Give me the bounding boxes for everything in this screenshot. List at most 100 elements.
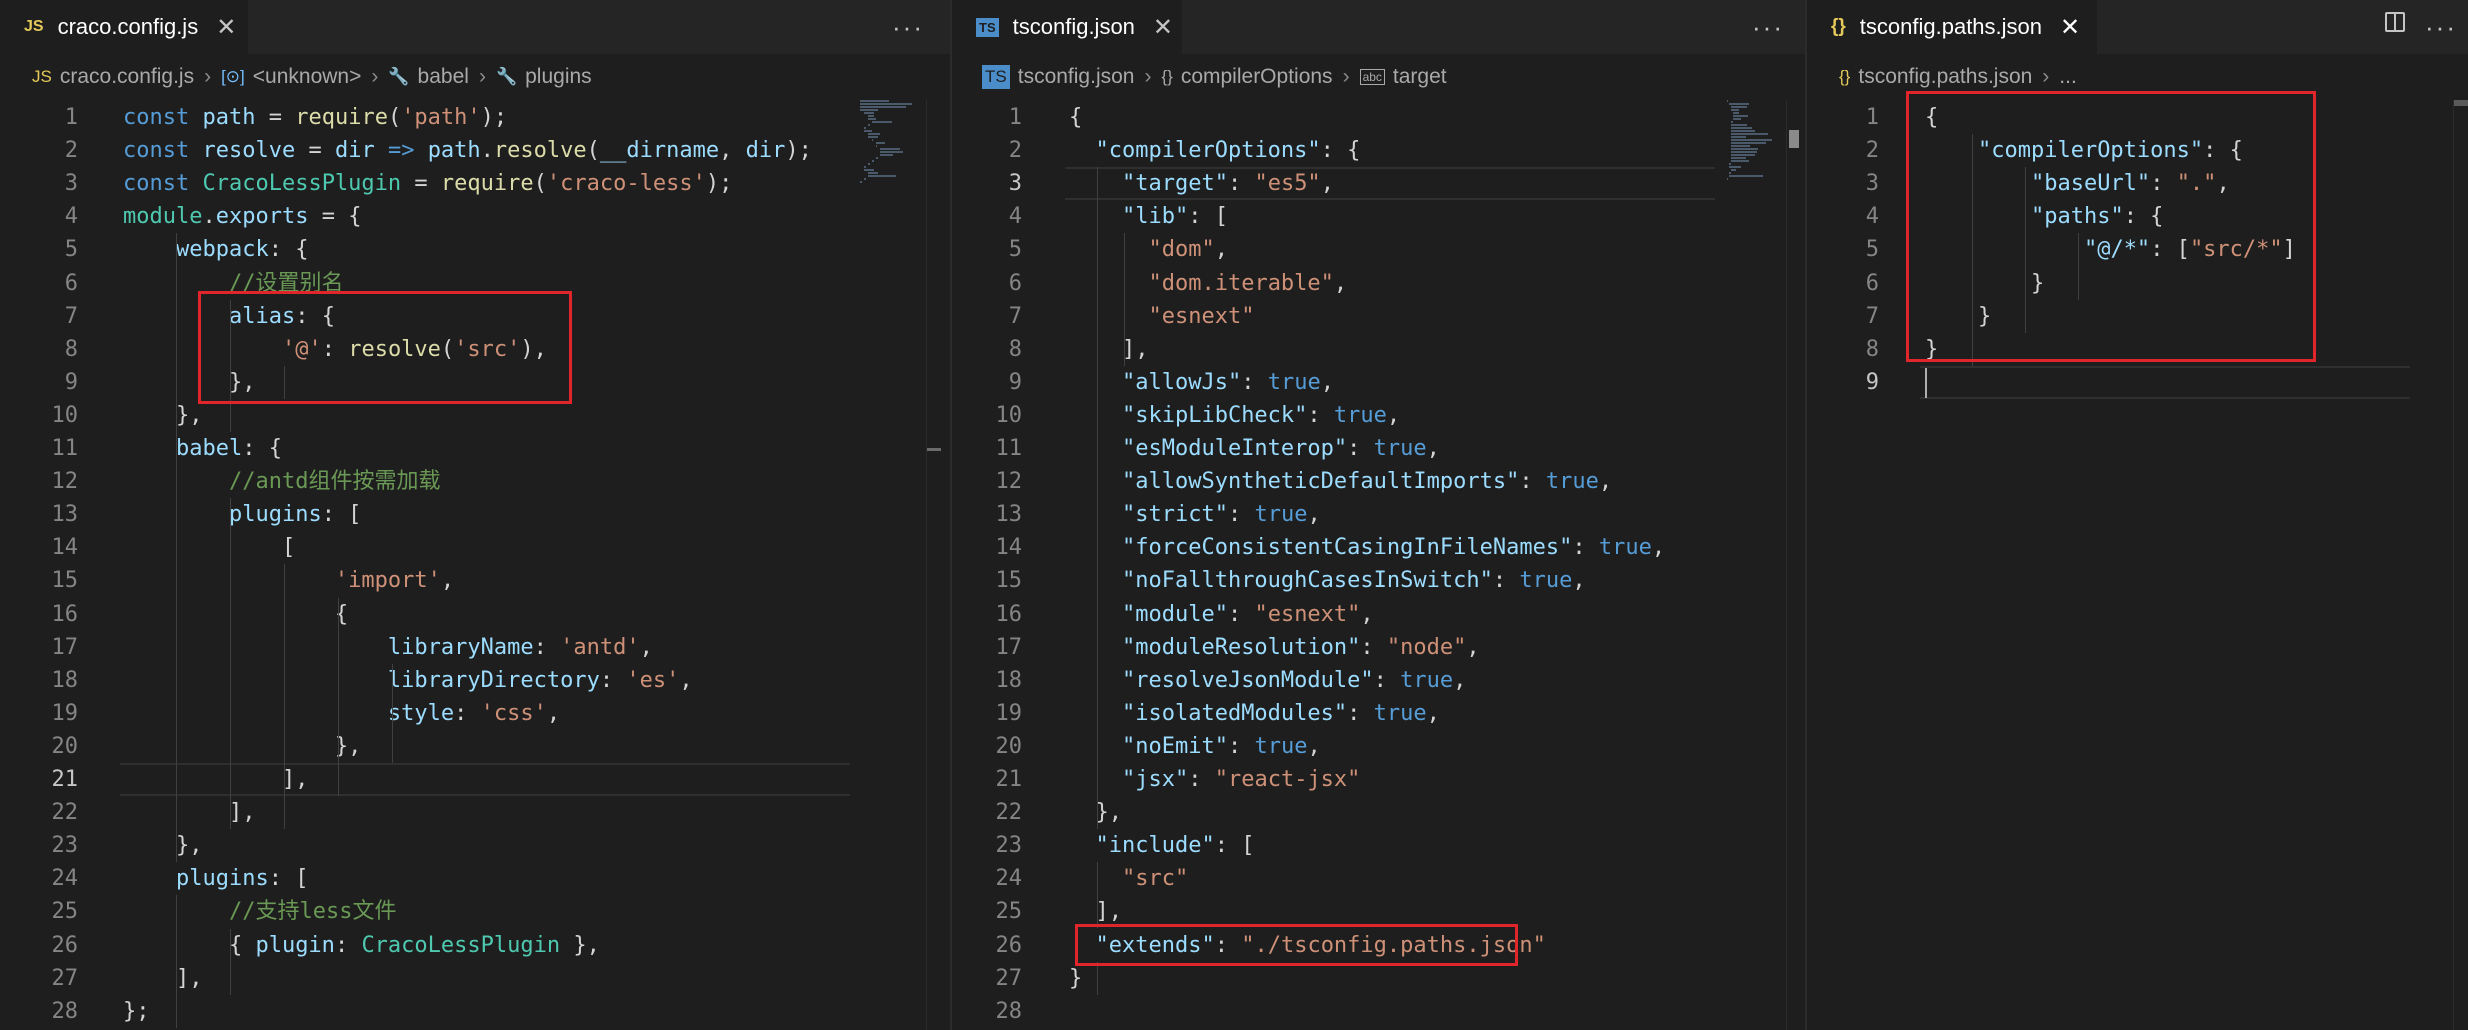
code-token: : — [1241, 369, 1268, 395]
close-icon[interactable]: ✕ — [216, 13, 236, 42]
code-token: module — [123, 204, 203, 230]
code-token: exports — [215, 204, 309, 230]
code-token: : { — [242, 436, 282, 461]
line-number: 2 — [1865, 138, 1879, 164]
code-token: , — [1307, 502, 1321, 528]
more-actions-icon[interactable]: ··· — [1752, 12, 1784, 43]
minimap-line — [876, 157, 878, 159]
breadcrumb-item[interactable]: target — [1393, 65, 1447, 89]
code-line: 15 "noFallthroughCasesInSwitch": true, — [952, 564, 1712, 597]
chevron-right-icon: › — [2042, 65, 2050, 88]
minimap-line — [1733, 115, 1748, 117]
breadcrumb-item[interactable]: tsconfig.paths.json — [1858, 65, 2032, 89]
code-token: : [ — [268, 866, 309, 892]
vertical-scrollbar[interactable] — [2453, 100, 2468, 1030]
code-token: 'css' — [480, 700, 547, 726]
code-token: : — [1519, 469, 1546, 495]
line-number: 1 — [1865, 105, 1879, 130]
code-token: "node" — [1386, 634, 1467, 660]
breadcrumb-item[interactable]: compilerOptions — [1181, 65, 1333, 89]
indent-guide — [176, 233, 177, 466]
code-token: libraryDirectory — [387, 667, 600, 693]
code-text: }; — [123, 995, 150, 1028]
code-line: 24 plugins: [ — [0, 862, 840, 895]
code-token: , — [1426, 700, 1440, 726]
code-text: "dom.iterable", — [1069, 267, 1347, 300]
code-line: 20 }, — [0, 730, 840, 763]
code-token: : — [1227, 733, 1255, 759]
code-token: "target" — [1121, 171, 1228, 197]
breadcrumb-item[interactable]: babel — [418, 65, 469, 89]
code-line: 14 [ — [0, 531, 840, 564]
code-text: babel: { — [123, 432, 282, 465]
code-line: 1{ — [952, 101, 1712, 134]
vertical-scrollbar[interactable] — [1786, 100, 1801, 1030]
breadcrumb-item[interactable]: <unknown> — [253, 65, 362, 89]
code-token: ( — [586, 138, 600, 164]
line-number: 23 — [995, 833, 1023, 859]
minimap-line — [1731, 133, 1768, 135]
breadcrumb-item[interactable]: craco.config.js — [60, 65, 194, 89]
breadcrumb-item[interactable]: tsconfig.json — [1018, 65, 1135, 89]
minimap-line — [1729, 163, 1731, 165]
code-text: ], — [123, 763, 309, 796]
tab-craco-config[interactable]: JS craco.config.js ✕ — [0, 0, 248, 54]
code-text: { — [1069, 101, 1082, 134]
minimap-line — [1731, 127, 1752, 129]
code-token: = { — [308, 204, 362, 230]
code-editor[interactable]: 1{2 "compilerOptions": {3 "target": "es5… — [952, 100, 1807, 1030]
breadcrumb-item[interactable]: plugins — [525, 65, 592, 89]
code-editor[interactable]: 1 const path = require('path'); 2 const res… — [0, 100, 950, 1030]
code-line: 7 "esnext" — [952, 300, 1712, 333]
code-line: 23 }, — [0, 829, 840, 862]
tab-tsconfig[interactable]: TS tsconfig.json ✕ — [952, 0, 1182, 54]
minimap[interactable] — [1727, 100, 1787, 220]
vertical-scrollbar[interactable] — [926, 100, 941, 1030]
code-token: 'import' — [334, 568, 441, 594]
minimap-line — [1731, 109, 1739, 111]
line-number: 3 — [1008, 171, 1022, 197]
code-line: 22 ], — [0, 796, 840, 829]
code-token: true — [1400, 667, 1454, 693]
line-number: 17 — [51, 634, 79, 660]
breadcrumb-item[interactable]: ... — [2059, 65, 2077, 89]
minimap-line — [868, 124, 870, 126]
close-icon[interactable]: ✕ — [1153, 13, 1173, 42]
code-text: "target": "es5", — [1069, 167, 1334, 200]
code-token: : [ — [1214, 833, 1255, 859]
code-text: 'import', — [123, 564, 454, 597]
wrench-icon: 🔧 — [495, 67, 518, 86]
code-line: 28 — [952, 995, 1712, 1028]
line-number: 5 — [1008, 237, 1022, 263]
split-editor-icon[interactable] — [2385, 12, 2405, 32]
code-text: const path = require('path'); — [123, 101, 507, 134]
chevron-right-icon: › — [1342, 65, 1350, 88]
code-line: 4 module.exports = { — [0, 200, 840, 233]
code-text: ], — [1069, 333, 1149, 366]
more-actions-icon[interactable]: ··· — [892, 12, 924, 43]
code-token: "esModuleInterop" — [1121, 436, 1348, 461]
line-number: 7 — [64, 303, 78, 329]
line-number: 14 — [51, 535, 79, 561]
code-token: "dom" — [1148, 237, 1215, 263]
more-actions-icon[interactable]: ··· — [2425, 12, 2457, 43]
minimap-line — [1731, 106, 1747, 108]
minimap-line — [868, 172, 878, 174]
code-text: "allowSyntheticDefaultImports": true, — [1069, 465, 1612, 498]
code-line: 22 }, — [952, 796, 1712, 829]
code-line: 4 "lib": [ — [952, 200, 1712, 233]
minimap-line — [1729, 103, 1749, 105]
code-token: plugins — [175, 866, 269, 892]
indent-guide — [1097, 167, 1098, 830]
minimap-line — [864, 169, 874, 171]
close-icon[interactable]: ✕ — [2060, 13, 2080, 42]
minimap[interactable] — [860, 100, 920, 220]
code-token: path — [202, 105, 256, 130]
code-token: , — [1651, 535, 1666, 561]
code-token: 'craco-less' — [546, 171, 706, 197]
minimap-line — [1727, 178, 1728, 180]
code-line: 18 libraryDirectory: 'es', — [0, 664, 840, 697]
tab-tsconfig-paths[interactable]: {} tsconfig.paths.json ✕ — [1807, 0, 2097, 54]
code-text: "src" — [1069, 862, 1188, 895]
